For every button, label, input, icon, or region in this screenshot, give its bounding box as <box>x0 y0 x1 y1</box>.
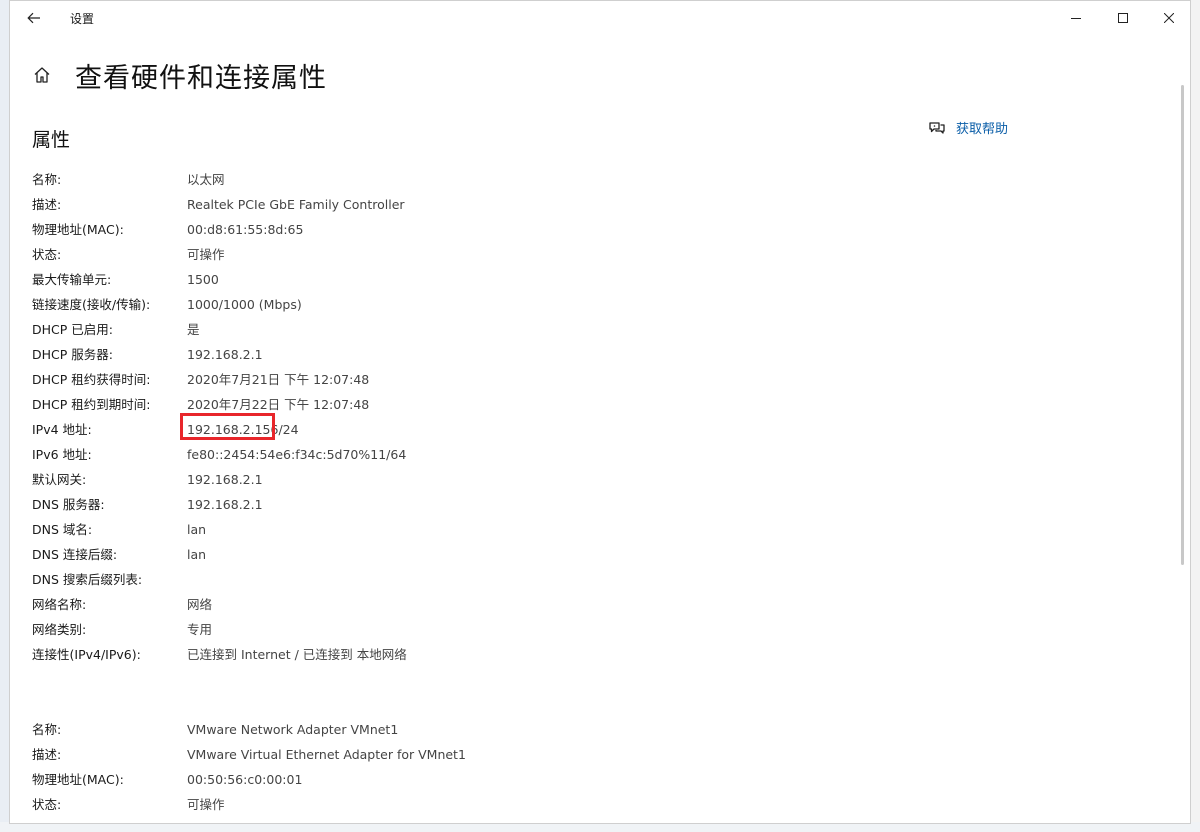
property-value: 专用 <box>187 622 213 637</box>
property-label: 状态: <box>32 247 62 262</box>
property-value: Realtek PCIe GbE Family Controller <box>187 197 405 212</box>
property-row: 最大传输单元: 1500 <box>32 267 932 292</box>
property-label: 描述: <box>32 747 62 762</box>
property-row: 连接性(IPv4/IPv6): 已连接到 Internet / 已连接到 本地网络 <box>32 642 932 667</box>
property-value: 00:50:56:c0:00:01 <box>187 772 303 787</box>
get-help-label: 获取帮助 <box>956 122 1009 137</box>
back-arrow-icon <box>27 12 40 24</box>
property-value: 2020年7月22日 下午 12:07:48 <box>187 397 370 412</box>
property-label: 网络名称: <box>32 597 87 612</box>
property-row: 名称: VMware Network Adapter VMnet1 <box>32 717 932 742</box>
property-label: 物理地址(MAC): <box>32 772 124 787</box>
property-value: 网络 <box>187 597 213 612</box>
adapter-separator <box>32 667 932 717</box>
property-label: DHCP 租约获得时间: <box>32 372 151 387</box>
minimize-icon <box>1071 18 1081 19</box>
property-row: 物理地址(MAC): 00:50:56:c0:00:01 <box>32 767 932 792</box>
home-icon <box>34 67 50 83</box>
property-label: 状态: <box>32 797 62 812</box>
property-row: DHCP 租约获得时间: 2020年7月21日 下午 12:07:48 <box>32 367 932 392</box>
get-help-link[interactable]: 获取帮助 <box>928 118 1008 137</box>
app-title: 设置 <box>70 12 95 26</box>
property-label: DNS 域名: <box>32 522 93 537</box>
property-value: lan <box>187 522 207 537</box>
maximize-icon <box>1118 13 1128 23</box>
property-label: 名称: <box>32 722 62 737</box>
property-value: 2020年7月21日 下午 12:07:48 <box>187 372 370 387</box>
property-row: DNS 域名: lan <box>32 517 932 542</box>
property-value: 192.168.2.1 <box>187 472 263 487</box>
property-row: 状态: 可操作 <box>32 242 932 267</box>
adapter-block: 名称: VMware Network Adapter VMnet1 描述: VMwa… <box>32 717 932 817</box>
property-label: DHCP 租约到期时间: <box>32 397 151 412</box>
property-value: 以太网 <box>187 172 225 187</box>
property-label: 网络类别: <box>32 622 87 637</box>
scrollbar-thumb[interactable] <box>1181 85 1184 565</box>
property-row: IPv6 地址: fe80::2454:54e6:f34c:5d70%11/64 <box>32 442 932 467</box>
property-value: 可操作 <box>187 247 225 262</box>
property-row: 物理地址(MAC): 00:d8:61:55:8d:65 <box>32 217 932 242</box>
property-label: DNS 服务器: <box>32 497 105 512</box>
property-row: 描述: Realtek PCIe GbE Family Controller <box>32 192 932 217</box>
property-row: 默认网关: 192.168.2.1 <box>32 467 932 492</box>
back-button[interactable] <box>20 5 48 31</box>
property-value: 192.168.2.1 <box>187 347 263 362</box>
home-button[interactable] <box>30 63 54 87</box>
property-label: IPv4 地址: <box>32 422 92 437</box>
property-value: lan <box>187 547 207 562</box>
property-value: VMware Network Adapter VMnet1 <box>187 722 399 737</box>
property-row: 链接速度(接收/传输): 1000/1000 (Mbps) <box>32 292 932 317</box>
property-row: DHCP 租约到期时间: 2020年7月22日 下午 12:07:48 <box>32 392 932 417</box>
property-label: DNS 搜索后缀列表: <box>32 572 143 587</box>
property-label: DHCP 服务器: <box>32 347 113 362</box>
property-row: 网络名称: 网络 <box>32 592 932 617</box>
property-row: DNS 服务器: 192.168.2.1 <box>32 492 932 517</box>
ipv4-address-value: 192.168.2.156/24 <box>187 422 299 437</box>
property-label: DHCP 已启用: <box>32 322 113 337</box>
property-row: DNS 搜索后缀列表: <box>32 567 932 592</box>
vertical-scrollbar[interactable] <box>1178 35 1188 823</box>
property-label: 连接性(IPv4/IPv6): <box>32 647 141 662</box>
property-row: 网络类别: 专用 <box>32 617 932 642</box>
property-value: 是 <box>187 322 200 337</box>
properties-list: 名称: 以太网 描述: Realtek PCIe GbE Family Contro… <box>32 167 932 817</box>
property-value: 00:d8:61:55:8d:65 <box>187 222 304 237</box>
property-value: 可操作 <box>187 797 225 812</box>
property-value: 1000/1000 (Mbps) <box>187 297 302 312</box>
property-row: DHCP 服务器: 192.168.2.1 <box>32 342 932 367</box>
property-row: IPv4 地址: 192.168.2.156/24 <box>32 417 932 442</box>
property-value: 已连接到 Internet / 已连接到 本地网络 <box>187 647 407 662</box>
property-row: 名称: 以太网 <box>32 167 932 192</box>
settings-window: 设置 查看硬件和连接属性 属性 获取帮助 名称: 以太网 描述: Realtek… <box>9 0 1191 824</box>
property-value: 1500 <box>187 272 219 287</box>
property-row: 描述: VMware Virtual Ethernet Adapter for V… <box>32 742 932 767</box>
property-value: VMware Virtual Ethernet Adapter for VMne… <box>187 747 466 762</box>
property-row: 状态: 可操作 <box>32 792 932 817</box>
property-label: 链接速度(接收/传输): <box>32 297 151 312</box>
desktop-background-left <box>0 0 9 832</box>
property-row: DHCP 已启用: 是 <box>32 317 932 342</box>
property-label: 物理地址(MAC): <box>32 222 124 237</box>
property-label: 最大传输单元: <box>32 272 112 287</box>
adapter-block: 名称: 以太网 描述: Realtek PCIe GbE Family Contro… <box>32 167 932 667</box>
property-label: 名称: <box>32 172 62 187</box>
property-label: 描述: <box>32 197 62 212</box>
close-icon <box>1164 13 1174 23</box>
property-value: fe80::2454:54e6:f34c:5d70%11/64 <box>187 447 407 462</box>
page-title: 查看硬件和连接属性 <box>75 63 327 94</box>
property-label: DNS 连接后缀: <box>32 547 118 562</box>
maximize-button[interactable] <box>1100 1 1146 35</box>
property-label: 默认网关: <box>32 472 87 487</box>
property-label: IPv6 地址: <box>32 447 92 462</box>
title-bar: 设置 <box>10 1 1190 35</box>
help-chat-icon <box>929 121 945 134</box>
section-title: 属性 <box>32 129 71 151</box>
property-value: 192.168.2.1 <box>187 497 263 512</box>
minimize-button[interactable] <box>1053 1 1099 35</box>
close-button[interactable] <box>1146 1 1190 35</box>
property-row: DNS 连接后缀: lan <box>32 542 932 567</box>
